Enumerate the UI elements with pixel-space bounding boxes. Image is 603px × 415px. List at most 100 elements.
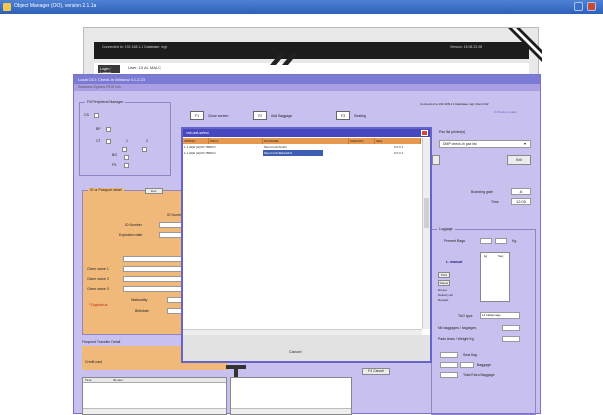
baggage-label: Baggage [477, 363, 492, 367]
seat-flag-label: Seat flag [463, 353, 477, 357]
vscroll-thumb[interactable] [424, 198, 429, 228]
history-table-2 [230, 377, 352, 415]
baggage-input-1[interactable] [440, 362, 458, 368]
peripheral-manager-panel: Fill Peripheral Manager CS BP CT 1 2 BG … [79, 100, 171, 176]
chevron-down-icon: ▾ [524, 141, 527, 146]
peripheral-label-ct: CT [96, 139, 101, 143]
tag-type-label: TAG type [458, 314, 473, 318]
selection-dialog-titlebar: xml-unit-select [183, 129, 430, 137]
f2-label: Add Baggage [271, 114, 293, 118]
selection-dialog-footer: Cancel [183, 335, 430, 361]
f2-key[interactable]: F2 [253, 111, 267, 120]
corner-ribbon-icon [508, 28, 542, 62]
peripheral-label-fs: FS [112, 163, 117, 167]
printer-select[interactable]: DMP check-in pax list ▾ [439, 140, 531, 148]
time-label: Time [491, 200, 499, 204]
app-icon [3, 3, 11, 11]
luggage-print-button[interactable]: Print [438, 272, 450, 278]
luggage-col-kg: kg [484, 254, 488, 258]
login-connected-text: Connected to: 192.168.1.1 Database: mgr [102, 45, 168, 49]
tag-type-select[interactable]: 14 bidlaunage [480, 312, 520, 319]
table-row-selected[interactable]: 1 1 (H)E (H)CR 7890XJ Mouri-GrimBankHFH … [183, 150, 421, 156]
checkin-menu[interactable]: Sessions Options FIDS Info [78, 85, 121, 89]
frequent-label: Frequent Traveller Detail [82, 340, 121, 344]
peripheral-label-2: 2 [146, 139, 148, 143]
seat-flag-input[interactable] [440, 352, 458, 358]
selection-dialog-title: xml-unit-select [186, 131, 209, 135]
side-button[interactable] [432, 155, 440, 165]
luggage-note-2: Delivery all [438, 293, 453, 297]
connection-status: Connected to 192.168.1.1 Database mgr Cl… [420, 102, 489, 106]
peripheral-checkbox[interactable] [106, 139, 111, 144]
doc-tab[interactable]: Doc. [145, 188, 163, 194]
peripheral-checkbox[interactable] [94, 113, 99, 118]
luggage-manual-label: L. manual [446, 260, 463, 264]
cell-paxname-selected: Mouri-GrimBankHFH [263, 150, 323, 156]
extra-baggage-input[interactable] [440, 372, 458, 378]
luggage-note-1: Drop-o [438, 288, 448, 292]
luggage-note-3: Receipt [438, 298, 449, 302]
baggage-input-2[interactable] [460, 362, 474, 368]
given-name-1-label: Given name 1 [87, 267, 109, 271]
luggage-panel: Luggage Present Bags Kg L. manual kg Seq… [431, 227, 536, 415]
checkin-titlebar: Local OCI: Check-In Window 3.1.2.23 [74, 75, 540, 84]
peripheral-label-bp: BP [96, 127, 101, 131]
f4-cancel-button[interactable]: F4 Cancel [362, 368, 390, 375]
history-2-hscroll[interactable] [231, 408, 351, 414]
peripheral-checkbox[interactable] [124, 163, 129, 168]
boarding-label: Boarding gate [471, 190, 493, 194]
passenger-legend: ID or Passport detail [88, 188, 124, 192]
peripheral-checkbox[interactable] [124, 155, 129, 160]
history-table: Time ID-user [82, 377, 227, 415]
present-bags-input[interactable] [480, 238, 492, 244]
app-title: Object Manager (OO), version 2.1.1a [14, 3, 97, 9]
birthdate-label: Birthdate [135, 309, 150, 313]
nationality-label: Nationality [131, 298, 148, 302]
close-icon[interactable] [421, 130, 428, 136]
minimize-button[interactable] [574, 2, 583, 11]
f1-key[interactable]: F1 [190, 111, 204, 120]
ready-status: # Check-in ready [494, 110, 517, 114]
pads-input[interactable] [502, 336, 520, 342]
login-version-text: Version: 15.08.23.08 [450, 45, 483, 49]
id-number-label: ID Number [125, 223, 142, 227]
exit-button[interactable]: Exit [507, 155, 531, 165]
expiration-label: Expiration date [119, 233, 143, 237]
selection-dialog: xml-unit-select OPRNO PRCA PAXNAME CHECK… [181, 127, 432, 363]
peripheral-checkbox[interactable] [142, 147, 147, 152]
given-name-3-label: Given name 3 [87, 287, 109, 291]
login-user-label: User: 10 AL MALC [128, 65, 161, 70]
peripheral-checkbox[interactable] [122, 147, 127, 152]
luggage-legend: Luggage [437, 227, 455, 231]
boarding-gate-input[interactable]: A [511, 188, 531, 195]
present-bags-kg-input[interactable] [495, 238, 507, 244]
peripheral-label-cs: CS [84, 113, 89, 117]
selection-vscroll[interactable] [422, 138, 430, 329]
present-bags-label: Present Bags [444, 239, 466, 243]
luggage-table: kg Seq [480, 252, 510, 302]
peripheral-label-1: 1 [126, 139, 128, 143]
checkin-menubar: Sessions Options FIDS Info [74, 84, 540, 91]
history-col-user: ID-user [113, 378, 123, 382]
history-col-time: Time [85, 378, 92, 382]
nb-baggage-input[interactable] [502, 325, 520, 331]
credit-label: Credit card [85, 360, 103, 364]
close-window-button[interactable] [587, 2, 596, 11]
pads-label: Pads tears / Weight Kg [438, 337, 474, 341]
peripheral-checkbox[interactable] [106, 127, 111, 132]
luggage-delete-button[interactable]: Delete [438, 280, 450, 286]
cell-oprno: 1 1 (H)E (H)CR 7890XJ [184, 151, 216, 155]
logout-button[interactable]: Login / Logout [98, 65, 120, 75]
history-table-header: Time ID-user [83, 378, 226, 383]
peripheral-legend: Fill Peripheral Manager [85, 100, 126, 104]
time-input[interactable]: 12:00 [511, 198, 531, 205]
f3-label: Seating [354, 114, 366, 118]
kg-label: Kg [512, 239, 517, 243]
cell-seq: 0 0 0 1 [394, 151, 404, 155]
f1-label: Close screen [208, 114, 229, 118]
f3-key[interactable]: F3 [336, 111, 350, 120]
given-name-2-label: Given name 2 [87, 277, 109, 281]
printer-label: Pax list printer(s) [439, 130, 466, 134]
selection-cancel-button[interactable]: Cancel [289, 349, 301, 354]
history-hscroll[interactable] [83, 408, 226, 414]
